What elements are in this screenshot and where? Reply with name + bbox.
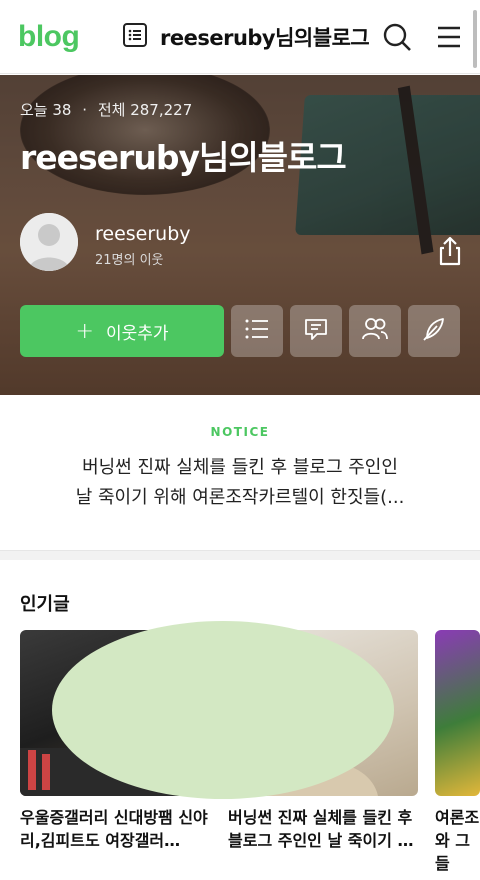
blog-logo[interactable]: blog (18, 20, 80, 54)
redaction-overlay (52, 621, 394, 799)
comment-icon (303, 316, 329, 346)
blog-title-link[interactable]: reeseruby님의블로그 (122, 22, 370, 52)
share-icon[interactable] (434, 235, 466, 267)
notice-section[interactable]: NOTICE 버닝썬 진짜 실체를 들킨 후 블로그 주인인 날 죽이기 위해 … (0, 395, 480, 550)
post-caption[interactable]: 우울증갤러리 신대방팸 신야리,김피트도 여장갤러… (20, 806, 210, 852)
header-title: reeseruby님의블로그 (160, 26, 370, 50)
search-icon[interactable] (380, 20, 414, 54)
neighbors-button[interactable] (349, 305, 401, 357)
scrollbar[interactable] (473, 10, 477, 68)
blog-cover: 오늘 38 · 전체 287,227 reeseruby님의블로그 reeser… (0, 75, 480, 395)
blog-title: reeseruby님의블로그 (20, 138, 347, 177)
top-bar: blog reeseruby님의블로그 (0, 0, 480, 74)
menu-icon[interactable] (432, 20, 466, 54)
section-divider (0, 550, 480, 560)
write-button[interactable] (408, 305, 460, 357)
plus-icon: + (75, 318, 94, 344)
people-icon (361, 317, 389, 345)
user-name[interactable]: reeseruby (95, 223, 191, 245)
guestbook-button[interactable] (290, 305, 342, 357)
notice-label: NOTICE (210, 425, 270, 439)
list-icon (122, 22, 148, 52)
visitor-count: 오늘 38 · 전체 287,227 (20, 101, 193, 119)
popular-header: 인기글 (20, 594, 70, 615)
post-caption[interactable]: 버닝썬 진짜 실체를 들킨 후 블로그 주인인 날 죽이기 … (228, 806, 418, 852)
popular-card[interactable]: 여론조와 그들 (435, 630, 480, 875)
notice-text[interactable]: 버닝썬 진짜 실체를 들킨 후 블로그 주인인 날 죽이기 위해 여론조작카르텔… (40, 453, 440, 513)
post-list-button[interactable] (231, 305, 283, 357)
avatar[interactable] (20, 213, 78, 271)
quill-icon (421, 316, 447, 346)
add-neighbor-label: 이웃추가 (105, 323, 169, 344)
post-caption[interactable]: 여론조와 그들 (435, 806, 480, 875)
add-neighbor-button[interactable]: + 이웃추가 (20, 305, 224, 357)
post-thumbnail[interactable] (435, 630, 480, 796)
list-icon (244, 318, 270, 344)
neighbor-count[interactable]: 21명의 이웃 (95, 249, 164, 268)
